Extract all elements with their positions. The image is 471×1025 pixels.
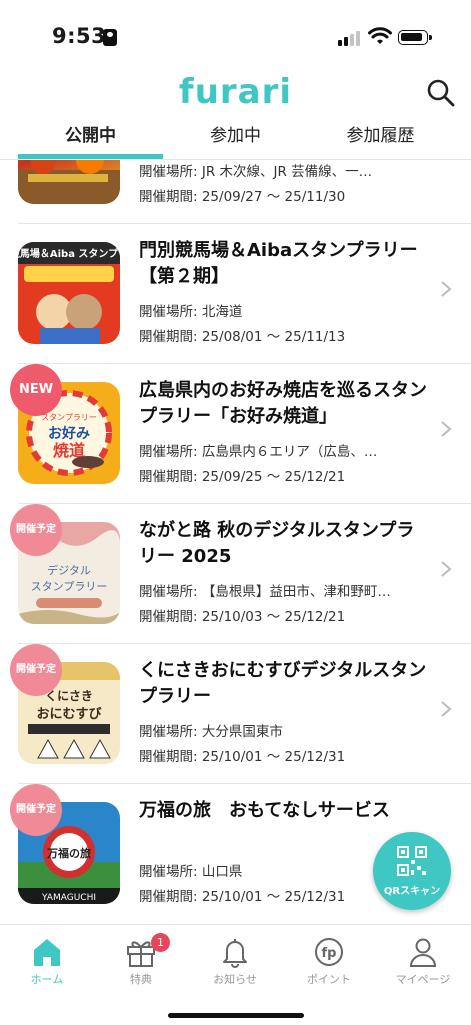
qr-scan-button[interactable]: QRスキャン <box>373 832 451 910</box>
rally-place: 開催場所: 北海道 <box>139 304 243 320</box>
home-icon <box>34 939 60 966</box>
new-badge: NEW <box>10 364 62 416</box>
chevron-right-icon <box>441 561 452 577</box>
person-icon <box>409 938 437 967</box>
signal-icon <box>338 30 362 46</box>
rally-thumbnail <box>18 160 120 204</box>
rally-title: 門別競馬場＆Aibaスタンプラリー【第２期】 <box>139 240 418 287</box>
bell-icon <box>223 939 247 968</box>
search-icon[interactable] <box>426 78 456 108</box>
rally-place: 開催場所: 大分県国東市 <box>139 724 283 740</box>
svg-text:万福の旅: 万福の旅 <box>46 846 91 860</box>
wifi-icon <box>368 27 392 44</box>
nav-points[interactable]: fp ポイント <box>282 931 376 991</box>
rally-period: 開催期間: 25/09/25 〜 25/12/21 <box>139 469 346 485</box>
list-item[interactable]: スタンプラリー お好み 焼道 NEW 広島県内のお好み焼店を巡るスタンプラリー「… <box>0 364 471 504</box>
svg-text:デジタル: デジタル <box>47 563 91 577</box>
rally-period: 開催期間: 25/10/03 〜 25/12/21 <box>139 609 346 625</box>
tab-participating[interactable]: 参加中 <box>163 116 308 160</box>
rally-period: 開催期間: 25/08/01 〜 25/11/13 <box>139 329 346 345</box>
nav-label: ポイント <box>307 973 351 986</box>
svg-text:YAMAGUCHI: YAMAGUCHI <box>41 893 96 903</box>
chevron-right-icon <box>441 281 452 297</box>
thumbnail-text: 門別競馬場＆Aiba スタンプラリー <box>18 247 120 260</box>
points-icon: fp <box>315 938 343 966</box>
notification-badge: 1 <box>151 933 170 952</box>
rally-period: 開催期間: 25/09/27 〜 25/11/30 <box>139 189 346 205</box>
list-item[interactable]: 門別競馬場＆Aiba スタンプラリー 門別競馬場＆Aibaスタンプラリー【第２期… <box>0 224 471 364</box>
svg-text:スタンプラリー: スタンプラリー <box>41 413 97 422</box>
rally-list: 開催場所: JR 木次線、JR 芸備線、一… 開催期間: 25/09/27 〜 … <box>0 160 471 924</box>
nav-label: 特典 <box>130 973 152 986</box>
bottom-nav: ホーム 1 特典 お知らせ fp ポイント マイページ <box>0 924 471 1025</box>
status-bar: 9:53 <box>0 0 471 70</box>
chevron-right-icon <box>441 421 452 437</box>
upcoming-badge: 開催予定 <box>10 644 62 696</box>
list-item[interactable]: デジタル スタンプラリー 開催予定 ながと路 秋のデジタルスタンプラリー 202… <box>0 504 471 644</box>
tab-history[interactable]: 参加履歴 <box>308 116 453 160</box>
qr-scan-label: QRスキャン <box>383 886 441 897</box>
nav-notices[interactable]: お知らせ <box>188 931 282 991</box>
rally-title: 広島県内のお好み焼店を巡るスタンプラリー「お好み焼道」 <box>139 380 427 427</box>
nav-benefits[interactable]: 1 特典 <box>94 931 188 991</box>
rally-title: ながと路 秋のデジタルスタンプラリー 2025 <box>139 520 415 567</box>
rally-place: 開催場所: 【島根県】益田市、津和野町… <box>139 584 391 600</box>
rally-period: 開催期間: 25/10/01 〜 25/12/31 <box>139 749 346 765</box>
svg-text:おにむすび: おにむすび <box>36 707 102 722</box>
nav-home[interactable]: ホーム <box>0 931 94 991</box>
home-indicator <box>168 1013 304 1018</box>
list-item[interactable]: くにさき おにむすび 開催予定 くにさきおにむすびデジタルスタンプラリー 開催場… <box>0 644 471 784</box>
svg-text:くにさき: くにさき <box>45 689 93 703</box>
nav-mypage[interactable]: マイページ <box>376 931 470 991</box>
rally-place: 開催場所: JR 木次線、JR 芸備線、一… <box>139 164 373 180</box>
nav-label: お知らせ <box>213 973 257 986</box>
rally-title: 万福の旅 おもてなしサービス <box>139 800 390 821</box>
svg-text:fp: fp <box>322 946 337 961</box>
svg-text:スタンプラリー: スタンプラリー <box>31 580 108 593</box>
svg-text:お好み: お好み <box>48 425 90 442</box>
battery-icon <box>398 30 432 45</box>
rally-thumbnail: 門別競馬場＆Aiba スタンプラリー <box>18 242 120 344</box>
status-time: 9:53 <box>52 24 107 48</box>
qr-code-icon <box>397 846 427 876</box>
rally-title: くにさきおにむすびデジタルスタンプラリー <box>139 660 427 707</box>
nav-label: マイページ <box>395 973 451 986</box>
rally-place: 開催場所: 広島県内６エリア（広島、… <box>139 444 378 460</box>
chevron-right-icon <box>441 701 452 717</box>
nav-label: ホーム <box>30 973 64 986</box>
upcoming-badge: 開催予定 <box>10 504 62 556</box>
list-item[interactable]: 開催場所: JR 木次線、JR 芸備線、一… 開催期間: 25/09/27 〜 … <box>0 160 471 224</box>
upcoming-badge: 開催予定 <box>10 784 62 836</box>
lock-icon <box>103 29 117 46</box>
app-logo: furari <box>178 72 293 112</box>
